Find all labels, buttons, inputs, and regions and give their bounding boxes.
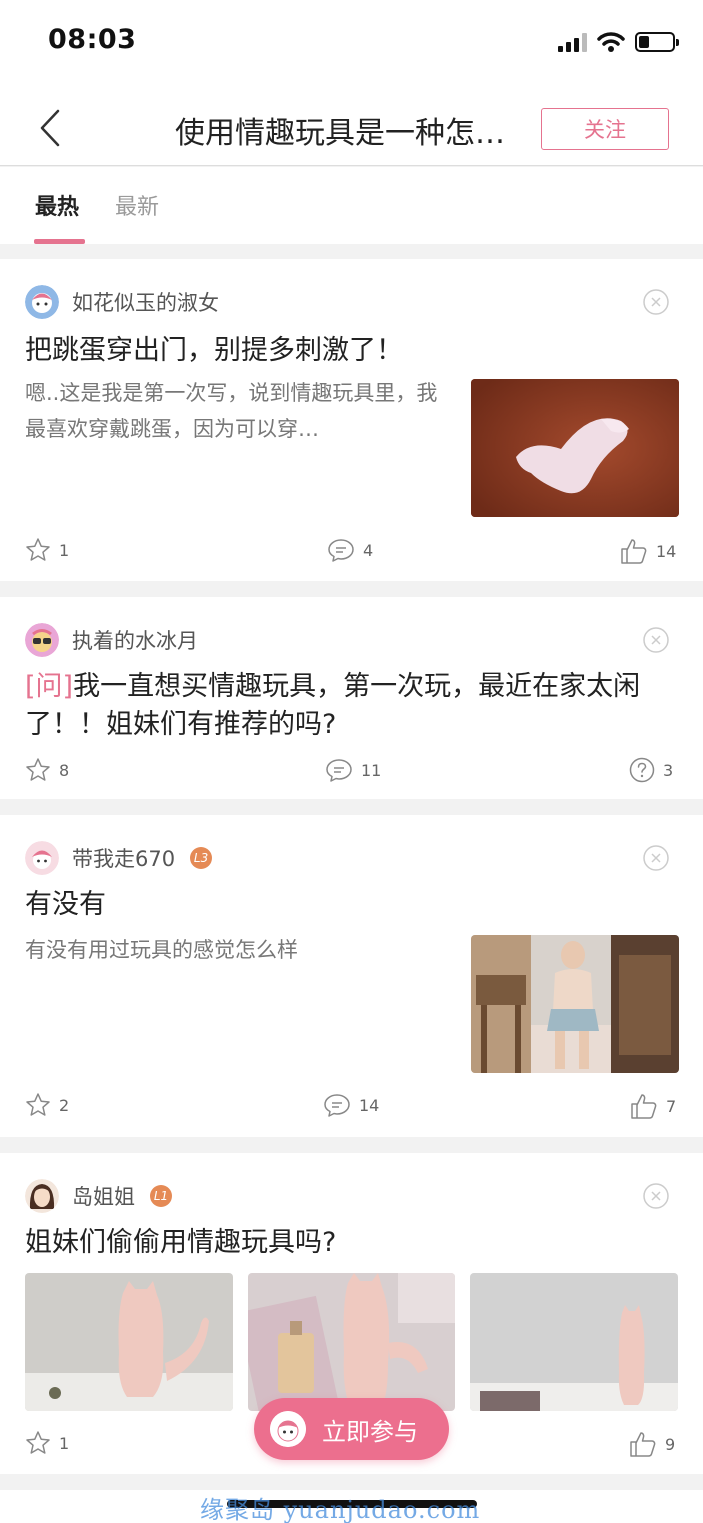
comment-stat[interactable]: 14 <box>323 1092 379 1118</box>
avatar[interactable] <box>25 623 59 657</box>
post-title[interactable]: 姐妹们偷偷用情趣玩具吗? <box>25 1224 336 1262</box>
comment-stat[interactable]: 4 <box>327 537 373 563</box>
join-button-label: 立即参与 <box>322 1417 418 1446</box>
star-icon <box>26 1093 50 1116</box>
thumbs-up-icon <box>631 1094 657 1119</box>
post-excerpt[interactable]: 嗯..这是我是第一次写，说到情趣玩具里，我最喜欢穿戴跳蛋，因为可以穿… <box>25 375 445 447</box>
post-thumbnail[interactable] <box>471 935 679 1073</box>
author-name: 如花似玉的淑女 <box>72 291 219 315</box>
author-name: 岛姐姐 <box>72 1185 135 1209</box>
star-icon <box>26 1431 50 1454</box>
post-title[interactable]: 有没有 <box>25 886 106 924</box>
like-count: 7 <box>666 1096 677 1116</box>
post-author[interactable]: 带我走670 L3 <box>25 841 213 875</box>
nav-bar: 使用情趣玩具是一种怎… 关注 <box>0 88 703 166</box>
post-image[interactable] <box>25 1273 233 1411</box>
like-count: 9 <box>665 1434 676 1454</box>
follow-button[interactable]: 关注 <box>541 108 669 150</box>
question-tag: [问] <box>25 671 74 702</box>
comment-icon <box>328 539 354 562</box>
favorite-count: 2 <box>59 1095 70 1115</box>
close-icon[interactable] <box>643 1183 669 1209</box>
join-button[interactable]: 立即参与 <box>254 1398 449 1460</box>
post-card[interactable]: 带我走670 L3 有没有 有没有用过玩具的感觉怎么样 2 14 7 <box>0 815 703 1137</box>
answer-stat[interactable]: 3 <box>629 757 673 783</box>
sort-tabs: 最热 最新 <box>0 167 703 244</box>
level-badge: L1 <box>150 1185 172 1207</box>
author-name: 执着的水冰月 <box>72 629 198 653</box>
post-card[interactable]: 如花似玉的淑女 把跳蛋穿出门，别提多刺激了！ 嗯..这是我是第一次写，说到情趣玩… <box>0 259 703 581</box>
favorite-stat[interactable]: 1 <box>25 537 69 563</box>
back-button[interactable] <box>28 106 72 150</box>
tab-hot[interactable]: 最热 <box>35 189 79 221</box>
close-icon[interactable] <box>643 289 669 315</box>
favorite-count: 8 <box>59 760 70 780</box>
star-icon <box>26 758 50 781</box>
post-title-text: 我一直想买情趣玩具，第一次玩，最近在家太闲了！！姐妹们有推荐的吗? <box>25 671 641 740</box>
status-icons <box>558 28 679 56</box>
comment-icon <box>324 1094 350 1117</box>
post-image[interactable] <box>248 1273 455 1411</box>
post-title[interactable]: 把跳蛋穿出门，别提多刺激了！ <box>25 332 403 370</box>
thumbs-up-icon <box>621 539 647 564</box>
avatar[interactable] <box>25 841 59 875</box>
comment-count: 4 <box>363 540 374 560</box>
favorite-stat[interactable]: 2 <box>25 1092 69 1118</box>
level-badge: L3 <box>190 847 213 869</box>
tab-new[interactable]: 最新 <box>115 189 159 221</box>
post-author[interactable]: 如花似玉的淑女 <box>25 285 219 319</box>
cellular-signal-icon <box>558 32 587 52</box>
avatar[interactable] <box>25 285 59 319</box>
comment-icon <box>326 759 352 782</box>
chevron-left-icon <box>40 109 60 147</box>
star-icon <box>26 538 50 561</box>
like-stat[interactable]: 14 <box>620 537 676 565</box>
answer-count: 3 <box>663 760 674 780</box>
post-excerpt[interactable]: 有没有用过玩具的感觉怎么样 <box>25 932 445 968</box>
post-author[interactable]: 执着的水冰月 <box>25 623 198 657</box>
active-tab-indicator <box>34 239 85 244</box>
status-time: 08:03 <box>48 24 137 55</box>
status-bar: 08:03 <box>0 0 703 88</box>
comment-count: 14 <box>359 1095 380 1115</box>
watermark: 缘聚岛 yuanjudao.com <box>200 1496 481 1523</box>
like-count: 14 <box>656 541 677 561</box>
favorite-count: 1 <box>59 540 70 560</box>
favorite-count: 1 <box>59 1433 70 1453</box>
question-icon <box>629 757 655 783</box>
author-name: 带我走670 <box>72 847 176 871</box>
post-title[interactable]: [问]我一直想买情趣玩具，第一次玩，最近在家太闲了！！姐妹们有推荐的吗? <box>25 668 675 744</box>
favorite-stat[interactable]: 8 <box>25 757 69 783</box>
post-author[interactable]: 岛姐姐 L1 <box>25 1179 172 1213</box>
post-thumbnail[interactable] <box>471 379 679 517</box>
mascot-icon <box>270 1411 306 1447</box>
wifi-icon <box>597 32 625 52</box>
page-title: 使用情趣玩具是一种怎… <box>175 116 505 151</box>
battery-icon <box>635 32 679 52</box>
comment-count: 11 <box>361 760 382 780</box>
post-card[interactable]: 执着的水冰月 [问]我一直想买情趣玩具，第一次玩，最近在家太闲了！！姐妹们有推荐… <box>0 597 703 799</box>
like-stat[interactable]: 7 <box>630 1092 676 1120</box>
thumbs-up-icon <box>630 1432 656 1457</box>
avatar[interactable] <box>25 1179 59 1213</box>
comment-stat[interactable]: 11 <box>325 757 381 783</box>
close-icon[interactable] <box>643 845 669 871</box>
close-icon[interactable] <box>643 627 669 653</box>
favorite-stat[interactable]: 1 <box>25 1430 69 1456</box>
post-image[interactable] <box>470 1273 678 1411</box>
like-stat[interactable]: 9 <box>629 1430 675 1458</box>
